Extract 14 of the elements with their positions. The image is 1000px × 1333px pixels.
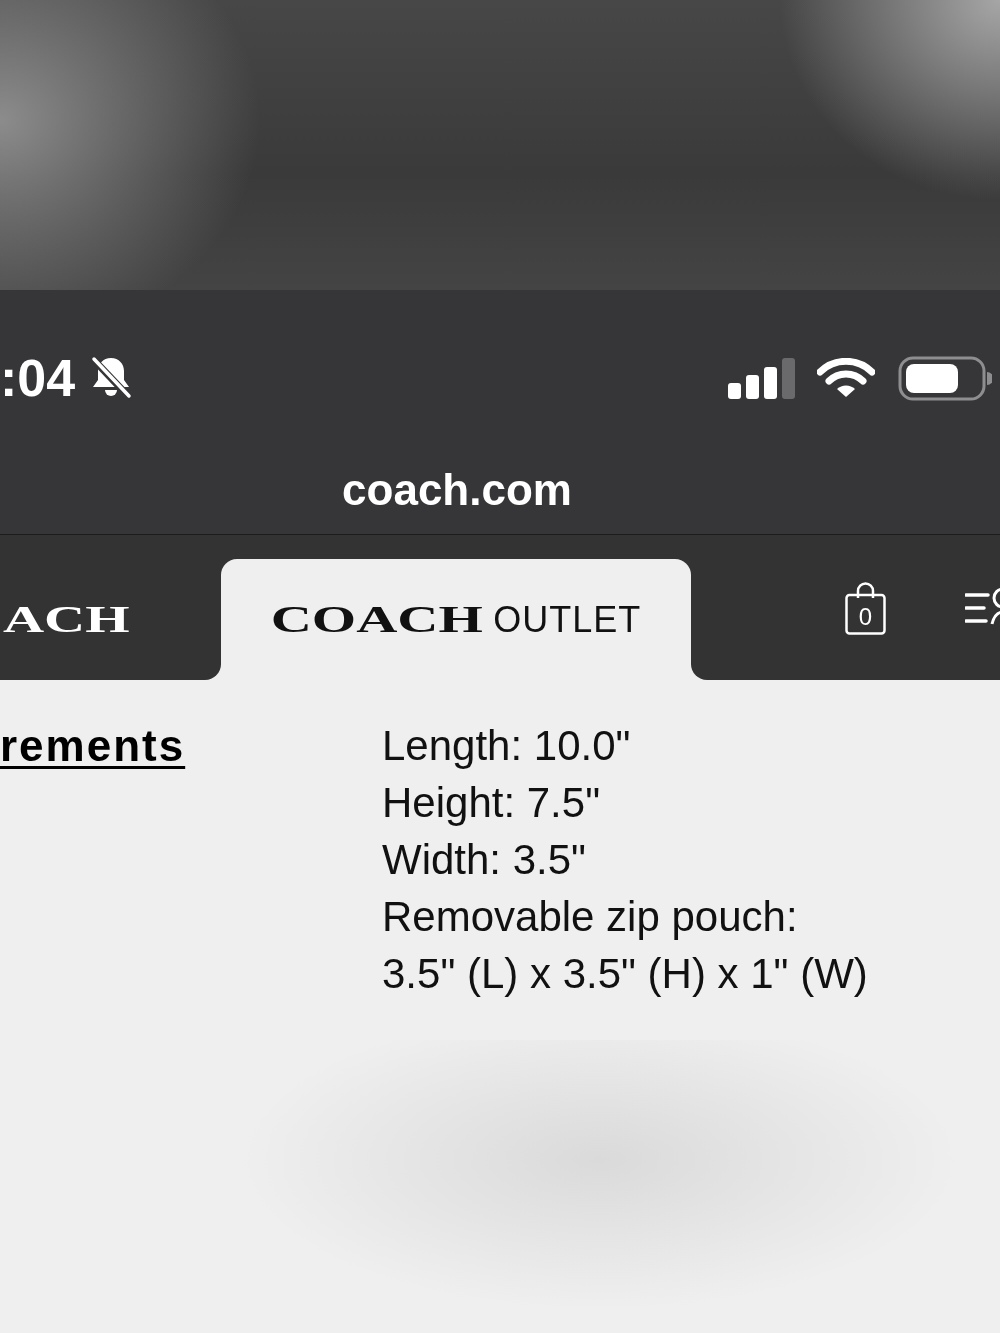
status-time: :04: [0, 352, 76, 404]
spec-line: 3.5" (L) x 3.5" (H) x 1" (W): [382, 949, 868, 999]
address-url[interactable]: coach.com: [342, 468, 572, 512]
battery-icon: [898, 355, 992, 401]
wifi-icon: [817, 358, 875, 398]
shopping-bag-icon: [845, 580, 886, 635]
bell-slash-icon: [89, 355, 134, 401]
signal-icon: [728, 357, 795, 399]
spec-line: Height: 7.5": [382, 778, 601, 828]
spec-line: Length: 10.0": [382, 721, 631, 771]
spec-line: Width: 3.5": [382, 835, 586, 885]
section-heading: rements: [0, 720, 186, 772]
bag-button[interactable]: 0: [845, 580, 886, 635]
spec-line: Removable zip pouch:: [382, 892, 798, 942]
